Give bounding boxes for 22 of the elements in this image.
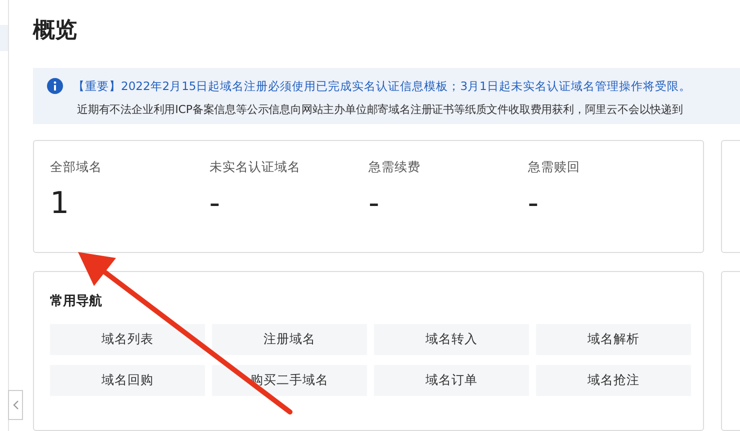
info-icon bbox=[47, 78, 63, 94]
collapse-button[interactable] bbox=[8, 390, 23, 420]
stat-value: - bbox=[368, 186, 380, 222]
navigation-button[interactable]: 域名列表 bbox=[50, 324, 205, 355]
stat-value: 1 bbox=[50, 186, 70, 222]
stat-label: 急需续费 bbox=[368, 159, 420, 176]
navigation-button[interactable]: 域名转入 bbox=[374, 324, 529, 355]
navigation-button[interactable]: 域名解析 bbox=[536, 324, 691, 355]
navigation-button[interactable]: 注册域名 bbox=[212, 324, 367, 355]
navigation-button[interactable]: 域名回购 bbox=[50, 365, 205, 396]
chevron-left-icon bbox=[12, 400, 18, 410]
stat-label: 急需赎回 bbox=[528, 159, 580, 176]
notice-text: 近期有不法企业利用ICP备案信息等公示信息向网站主办单位邮寄域名注册证书等纸质文件收取费用获利，阿里云不会以快递到 bbox=[77, 102, 684, 118]
notice-headline: 【重要】2022年2月15日起域名注册必须使用已完成实名认证信息模板；3月1日起未实名认证域名管理操作将受限。 bbox=[73, 78, 691, 94]
page-title: 概览 bbox=[33, 17, 78, 45]
stat-label: 全部域名 bbox=[50, 159, 102, 176]
navigation-title: 常用导航 bbox=[50, 292, 102, 310]
stat-value: - bbox=[209, 186, 220, 222]
navigation-button[interactable]: 域名抢注 bbox=[536, 365, 691, 396]
stat-label: 未实名认证域名 bbox=[209, 159, 300, 176]
navigation-button[interactable]: 域名订单 bbox=[374, 365, 529, 396]
stat-value: - bbox=[528, 186, 539, 222]
